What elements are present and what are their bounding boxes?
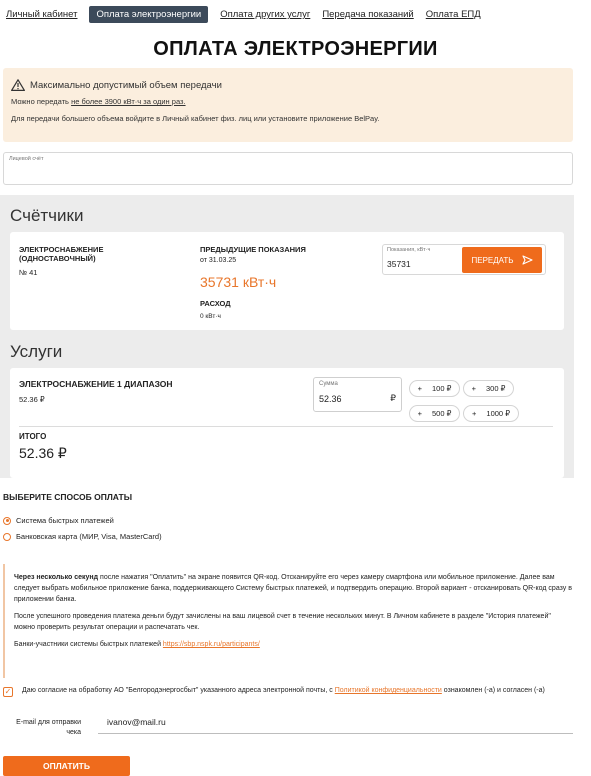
email-label: E-mail для отправки чека [16, 719, 81, 736]
email-input[interactable]: ivanov@mail.ru [107, 717, 166, 727]
info-bold-text: Через несколько секунд [14, 574, 99, 581]
quick-add-label: 100 ₽ [432, 384, 452, 393]
top-nav: Личный кабинет Оплата электроэнергии Опл… [6, 6, 493, 23]
nav-item-personal-account[interactable]: Личный кабинет [6, 9, 77, 20]
page-title: ОПЛАТА ЭЛЕКТРОЭНЕРГИИ [153, 38, 438, 60]
plus-icon: + [471, 384, 476, 393]
consent-text: Даю согласие на обработку АО "Белгородэн… [22, 686, 562, 697]
services-title: Услуги [10, 342, 63, 361]
reading-input-label: Показания, кВт·ч [387, 247, 431, 253]
previous-reading-label: ПРЕДЫДУЩИЕ ПОКАЗАНИЯ [200, 245, 306, 254]
service-card: ЭЛЕКТРОСНАБЖЕНИЕ 1 ДИАПАЗОН 52.36 ₽ Сумм… [10, 368, 564, 478]
warning-banner: Максимально допустимый объем передачи Мо… [3, 68, 573, 142]
meters-services-section: Счётчики ЭЛЕКТРОСНАБЖЕНИЕ (ОДНОСТАВОЧНЫЙ… [0, 195, 574, 478]
payment-info-box: Через несколько секунд после нажатия "Оп… [3, 564, 573, 678]
previous-reading-value: 35731 кВт·ч [200, 274, 277, 290]
meter-card: ЭЛЕКТРОСНАБЖЕНИЕ (ОДНОСТАВОЧНЫЙ) № 41 ПР… [10, 232, 564, 330]
info-paragraph-3: Банки-участники системы быстрых платежей… [14, 639, 573, 650]
consent-checkbox[interactable]: ✓ [3, 687, 13, 697]
service-name: ЭЛЕКТРОСНАБЖЕНИЕ 1 ДИАПАЗОН [19, 379, 173, 389]
reading-input-field[interactable]: Показания, кВт·ч 35731 ПЕРЕДАТЬ [382, 244, 546, 275]
payment-option-label: Система быстрых платежей [16, 516, 114, 525]
warning-limit-value: не более 3900 кВт·ч за один раз. [71, 97, 186, 106]
sum-input-value[interactable]: 52.36 [319, 394, 342, 404]
quick-add-500-button[interactable]: +500 ₽ [409, 405, 460, 422]
send-arrow-icon [521, 255, 533, 265]
info-text-3: Банки-участники системы быстрых платежей [14, 641, 163, 648]
sbp-participants-link[interactable]: https://sbp.nspk.ru/participants/ [163, 641, 260, 648]
meters-title: Счётчики [10, 206, 84, 225]
consent-row: ✓ Даю согласие на обработку АО "Белгород… [3, 686, 573, 697]
divider [19, 426, 553, 427]
quick-add-label: 1000 ₽ [486, 409, 510, 418]
plus-icon: + [417, 409, 422, 418]
nav-item-other-services[interactable]: Оплата других услуг [220, 9, 310, 20]
warning-header: Максимально допустимый объем передачи [11, 79, 565, 91]
total-label: ИТОГО [19, 432, 47, 441]
radio-selected-icon[interactable] [3, 516, 11, 525]
nav-item-epd-payment[interactable]: Оплата ЕПД [426, 9, 481, 20]
warning-triangle-icon [11, 79, 25, 91]
payment-option-card[interactable]: Банковская карта (МИР, Visa, MasterCard) [3, 532, 162, 541]
nav-item-electricity-payment[interactable]: Оплата электроэнергии [89, 6, 209, 23]
reading-input-value[interactable]: 35731 [387, 259, 411, 269]
expense-value: 0 кВт·ч [200, 313, 221, 320]
warning-limit-prefix: Можно передать [11, 97, 72, 106]
quick-add-300-button[interactable]: +300 ₽ [463, 380, 514, 397]
warning-title: Максимально допустимый объем передачи [30, 79, 222, 91]
sum-currency: ₽ [390, 393, 396, 403]
service-amount: 52.36 ₽ [19, 395, 45, 404]
sum-input-label: Сумма [319, 381, 338, 387]
expense-label: РАСХОД [200, 299, 231, 308]
consent-text-suffix: ознакомлен (-а) и согласен (-а) [441, 687, 545, 694]
account-number-field[interactable]: Лицевой счёт [3, 152, 573, 185]
consent-text-prefix: Даю согласие на обработку АО "Белгородэн… [22, 687, 335, 694]
quick-add-label: 300 ₽ [486, 384, 506, 393]
quick-add-label: 500 ₽ [432, 409, 452, 418]
email-underline [98, 733, 573, 734]
meter-name: ЭЛЕКТРОСНАБЖЕНИЕ (ОДНОСТАВОЧНЫЙ) [19, 245, 104, 263]
previous-reading-date: от 31.03.25 [200, 257, 237, 264]
nav-item-meter-readings[interactable]: Передача показаний [322, 9, 413, 20]
account-number-label: Лицевой счёт [9, 156, 44, 162]
payment-option-label: Банковская карта (МИР, Visa, MasterCard) [16, 532, 162, 541]
quick-add-1000-button[interactable]: +1000 ₽ [463, 405, 519, 422]
send-reading-label: ПЕРЕДАТЬ [471, 255, 514, 265]
pay-button[interactable]: ОПЛАТИТЬ [3, 756, 130, 776]
plus-icon: + [417, 384, 422, 393]
radio-unselected-icon[interactable] [3, 532, 11, 541]
payment-method-title: ВЫБЕРИТЕ СПОСОБ ОПЛАТЫ [3, 492, 133, 502]
total-value: 52.36 ₽ [19, 445, 67, 461]
plus-icon: + [472, 409, 477, 418]
info-paragraph-1: Через несколько секунд после нажатия "Оп… [14, 572, 573, 605]
quick-add-100-button[interactable]: +100 ₽ [409, 380, 460, 397]
warning-limit-text: Можно передать не более 3900 кВт·ч за од… [11, 97, 565, 106]
info-paragraph-2: После успешного проведения платежа деньг… [14, 613, 551, 631]
privacy-policy-link[interactable]: Политикой конфиденциальности [335, 687, 442, 694]
warning-instructions: Для передачи большего объема войдите в Л… [11, 114, 380, 123]
payment-option-sbp[interactable]: Система быстрых платежей [3, 516, 114, 525]
info-text-1: после нажатия "Оплатить" на экране появи… [14, 574, 572, 603]
sum-input-field[interactable]: Сумма 52.36 ₽ [313, 377, 402, 412]
send-reading-button[interactable]: ПЕРЕДАТЬ [462, 247, 542, 273]
meter-number: № 41 [19, 268, 38, 277]
